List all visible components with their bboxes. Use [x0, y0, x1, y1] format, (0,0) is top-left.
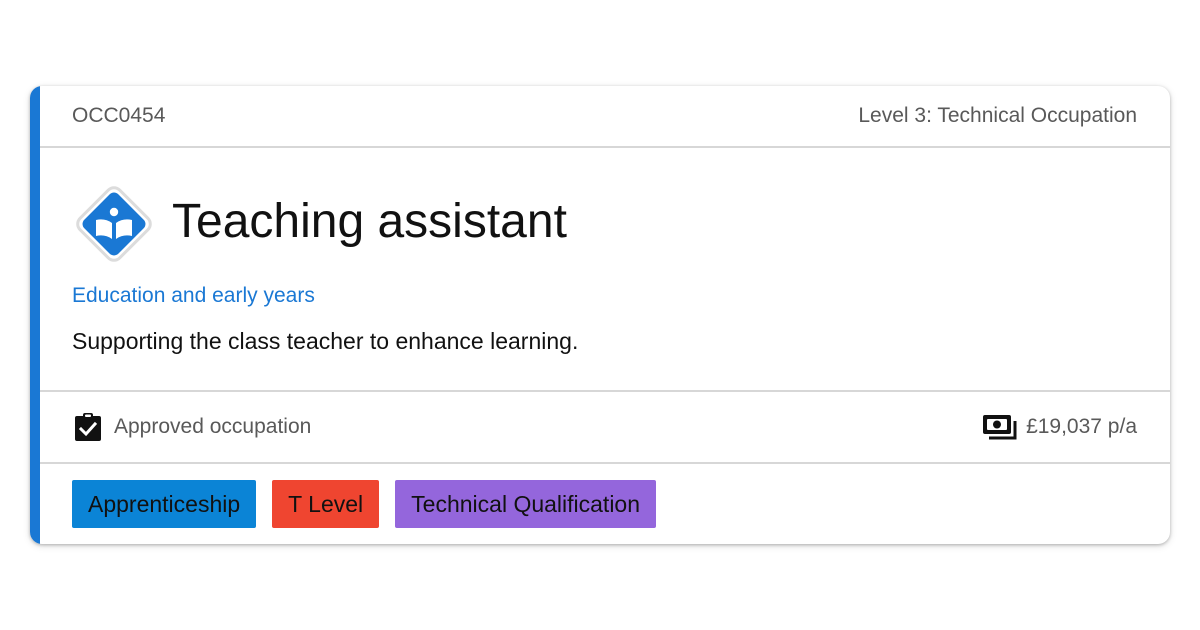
- occupation-title: Teaching assistant: [172, 195, 567, 248]
- qualification-tags: Apprenticeship T Level Technical Qualifi…: [40, 464, 1170, 528]
- occupation-description: Supporting the class teacher to enhance …: [72, 328, 579, 354]
- title-row: Teaching assistant: [68, 176, 1138, 272]
- salary-label: £19,037 p/a: [1026, 415, 1137, 438]
- card-content: OCC0454 Level 3: Technical Occupation Te…: [40, 86, 1170, 544]
- occupation-level: Level 3: Technical Occupation: [858, 104, 1137, 127]
- tag-apprenticeship[interactable]: Apprenticeship: [72, 480, 257, 528]
- occupation-code: OCC0454: [72, 104, 166, 127]
- approval-status: Approved occupation: [74, 412, 311, 442]
- money-icon: [982, 413, 1018, 441]
- status-row: Approved occupation £19,037 p/a: [40, 392, 1170, 464]
- salary: £19,037 p/a: [982, 413, 1137, 441]
- route-link[interactable]: Education and early years: [72, 284, 315, 308]
- occupation-card: OCC0454 Level 3: Technical Occupation Te…: [30, 86, 1170, 544]
- card-header: OCC0454 Level 3: Technical Occupation: [40, 86, 1170, 148]
- card-accent-bar: [30, 86, 40, 544]
- clipboard-check-icon: [74, 412, 102, 442]
- tag-technical-qualification[interactable]: Technical Qualification: [395, 480, 657, 528]
- card-main: Teaching assistant Education and early y…: [40, 148, 1170, 392]
- education-route-icon: [76, 186, 152, 262]
- approval-status-label: Approved occupation: [114, 415, 312, 438]
- tag-t-level[interactable]: T Level: [272, 480, 380, 528]
